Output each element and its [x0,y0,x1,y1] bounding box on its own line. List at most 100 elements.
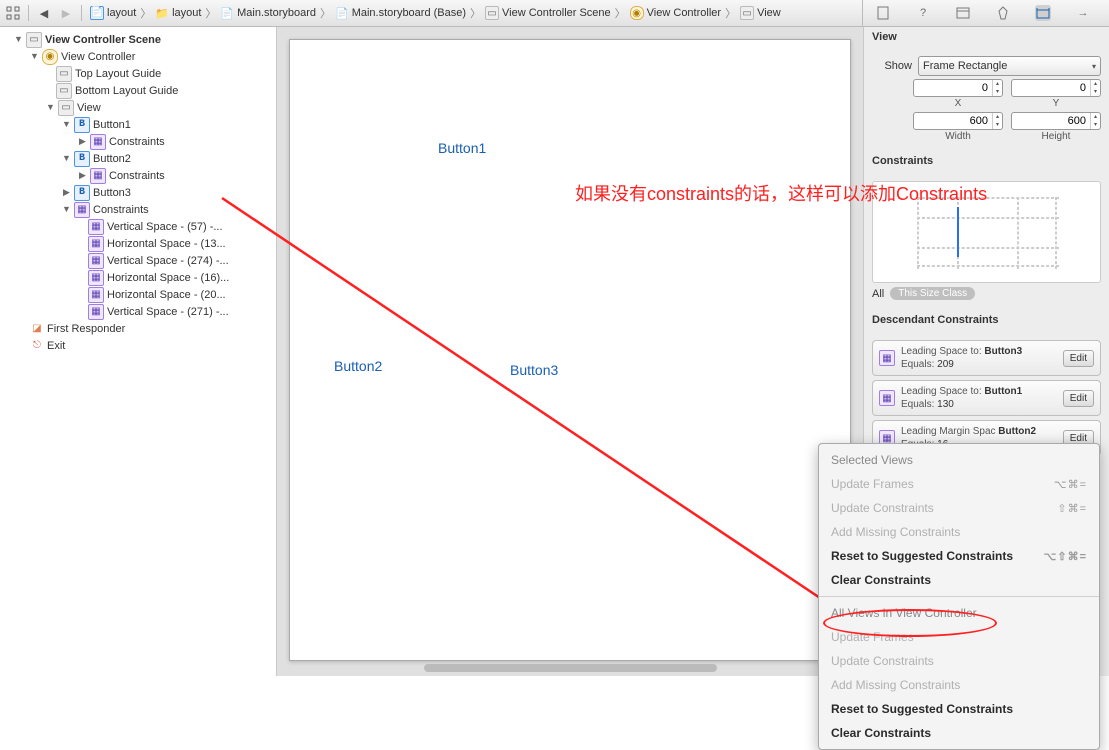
size-class-filter[interactable]: This Size Class [890,287,975,300]
view-icon: ▭ [58,100,74,116]
file-icon: 📄 [90,6,104,20]
disclosure-icon[interactable]: ▼ [62,154,71,163]
nav-item[interactable]: Vertical Space - (271) -... [107,306,229,318]
height-input[interactable] [1011,112,1101,130]
nav-item[interactable]: Top Layout Guide [75,68,161,80]
stepper-icon[interactable]: ▴▾ [992,80,1002,96]
nav-item[interactable]: Bottom Layout Guide [75,85,178,97]
disclosure-icon[interactable]: ▼ [46,103,55,112]
scene-icon: ▭ [485,6,499,20]
show-label: Show [872,60,912,72]
inspector-tabs: ? → [862,0,1103,26]
disclosure-icon[interactable]: ▶ [62,188,71,197]
nav-item[interactable]: Horizontal Space - (16)... [107,272,229,284]
constraint-item[interactable]: ▦ Leading Space to: Button3Equals: 209 E… [872,340,1101,376]
constraints-icon: ▦ [90,168,106,184]
menu-reset[interactable]: Reset to Suggested Constraints⌥⇧⌘= [819,544,1099,568]
nav-item[interactable]: Button1 [93,119,131,131]
forward-icon[interactable]: ▶ [59,6,73,20]
guide-icon: ▭ [56,66,72,82]
menu-clear[interactable]: Clear Constraints [819,568,1099,592]
view-icon: ▭ [740,6,754,20]
constraints-icon: ▦ [74,202,90,218]
x-label: X [913,98,1003,109]
stepper-icon[interactable]: ▴▾ [1090,113,1100,129]
constraints-section-title: Constraints [864,151,1109,171]
constraint-icon: ▦ [88,304,104,320]
help-inspector-icon[interactable]: ? [915,5,931,21]
y-label: Y [1011,98,1101,109]
file-inspector-icon[interactable] [875,5,891,21]
nav-item[interactable]: Vertical Space - (57) -... [107,221,223,233]
menu-clear-all[interactable]: Clear Constraints [819,721,1099,745]
canvas-button2[interactable]: Button2 [334,358,382,374]
exit-icon: ⎋ [30,339,44,353]
resolve-constraints-menu: Selected Views Update Frames⌥⌘= Update C… [818,443,1100,750]
disclosure-icon[interactable]: ▶ [78,137,87,146]
constraints-icon: ▦ [90,134,106,150]
height-label: Height [1011,131,1101,142]
edit-button[interactable]: Edit [1063,350,1094,367]
nav-item[interactable]: View [77,102,101,114]
constraints-visual[interactable] [872,181,1101,283]
connections-inspector-icon[interactable]: → [1075,5,1091,21]
stepper-icon[interactable]: ▴▾ [1090,80,1100,96]
disclosure-icon[interactable]: ▼ [62,205,71,214]
nav-item[interactable]: Button3 [93,187,131,199]
attributes-inspector-icon[interactable] [995,5,1011,21]
view-artboard[interactable]: Button1 Button2 Button3 [289,39,851,661]
nav-item[interactable]: First Responder [47,323,125,335]
button-icon: B [74,117,90,133]
x-input[interactable] [913,79,1003,97]
disclosure-icon[interactable]: ▼ [14,35,23,44]
button-icon: B [74,185,90,201]
guide-icon: ▭ [56,83,72,99]
document-outline[interactable]: ▼▭View Controller Scene ▼◉View Controlle… [0,27,277,676]
menu-update-constraints[interactable]: Update Constraints⇧⌘= [819,496,1099,520]
all-filter[interactable]: All [872,288,884,300]
stepper-icon[interactable]: ▴▾ [992,113,1002,129]
canvas-button1[interactable]: Button1 [438,140,486,156]
nav-item[interactable]: Horizontal Space - (13... [107,238,226,250]
nav-item[interactable]: Button2 [93,153,131,165]
y-input[interactable] [1011,79,1101,97]
editor-toolbar: ◀ ▶ 📄layout〉 📁layout〉 📄Main.storyboard〉 … [0,0,1109,27]
size-inspector-icon[interactable] [1035,5,1051,21]
nav-item[interactable]: Constraints [93,204,149,216]
constraint-item[interactable]: ▦ Leading Space to: Button1Equals: 130 E… [872,380,1101,416]
button-icon: B [74,151,90,167]
back-icon[interactable]: ◀ [37,6,51,20]
nav-item[interactable]: Exit [47,340,65,352]
menu-heading: Selected Views [819,448,1099,472]
menu-update-constraints-all[interactable]: Update Constraints [819,649,1099,673]
nav-item[interactable]: Constraints [109,170,165,182]
view-section-title: View [864,27,1109,47]
show-select[interactable]: Frame Rectangle [918,56,1101,76]
nav-item[interactable]: View Controller [61,51,135,63]
scene-label[interactable]: View Controller Scene [45,34,161,46]
first-responder-icon: ◪ [30,322,44,336]
edit-button[interactable]: Edit [1063,390,1094,407]
disclosure-icon[interactable]: ▼ [30,52,39,61]
nav-item[interactable]: Vertical Space - (274) -... [107,255,229,267]
related-items-icon[interactable] [6,6,20,20]
menu-update-frames[interactable]: Update Frames⌥⌘= [819,472,1099,496]
horizontal-scrollbar[interactable] [424,664,717,672]
menu-add-missing[interactable]: Add Missing Constraints [819,520,1099,544]
menu-update-frames-all[interactable]: Update Frames [819,625,1099,649]
menu-add-missing-all[interactable]: Add Missing Constraints [819,673,1099,697]
canvas-button3[interactable]: Button3 [510,362,558,378]
nav-item[interactable]: Horizontal Space - (20... [107,289,226,301]
constraint-icon: ▦ [88,253,104,269]
disclosure-icon[interactable]: ▶ [78,171,87,180]
width-input[interactable] [913,112,1003,130]
menu-heading: All Views in View Controller [819,601,1099,625]
breadcrumb[interactable]: 📄layout〉 📁layout〉 📄Main.storyboard〉 📄Mai… [90,5,854,21]
folder-icon: 📁 [155,7,169,20]
menu-reset-all[interactable]: Reset to Suggested Constraints [819,697,1099,721]
disclosure-icon[interactable]: ▼ [62,120,71,129]
width-label: Width [913,131,1003,142]
nav-item[interactable]: Constraints [109,136,165,148]
interface-builder-canvas[interactable]: Button1 Button2 Button3 [277,27,863,676]
identity-inspector-icon[interactable] [955,5,971,21]
